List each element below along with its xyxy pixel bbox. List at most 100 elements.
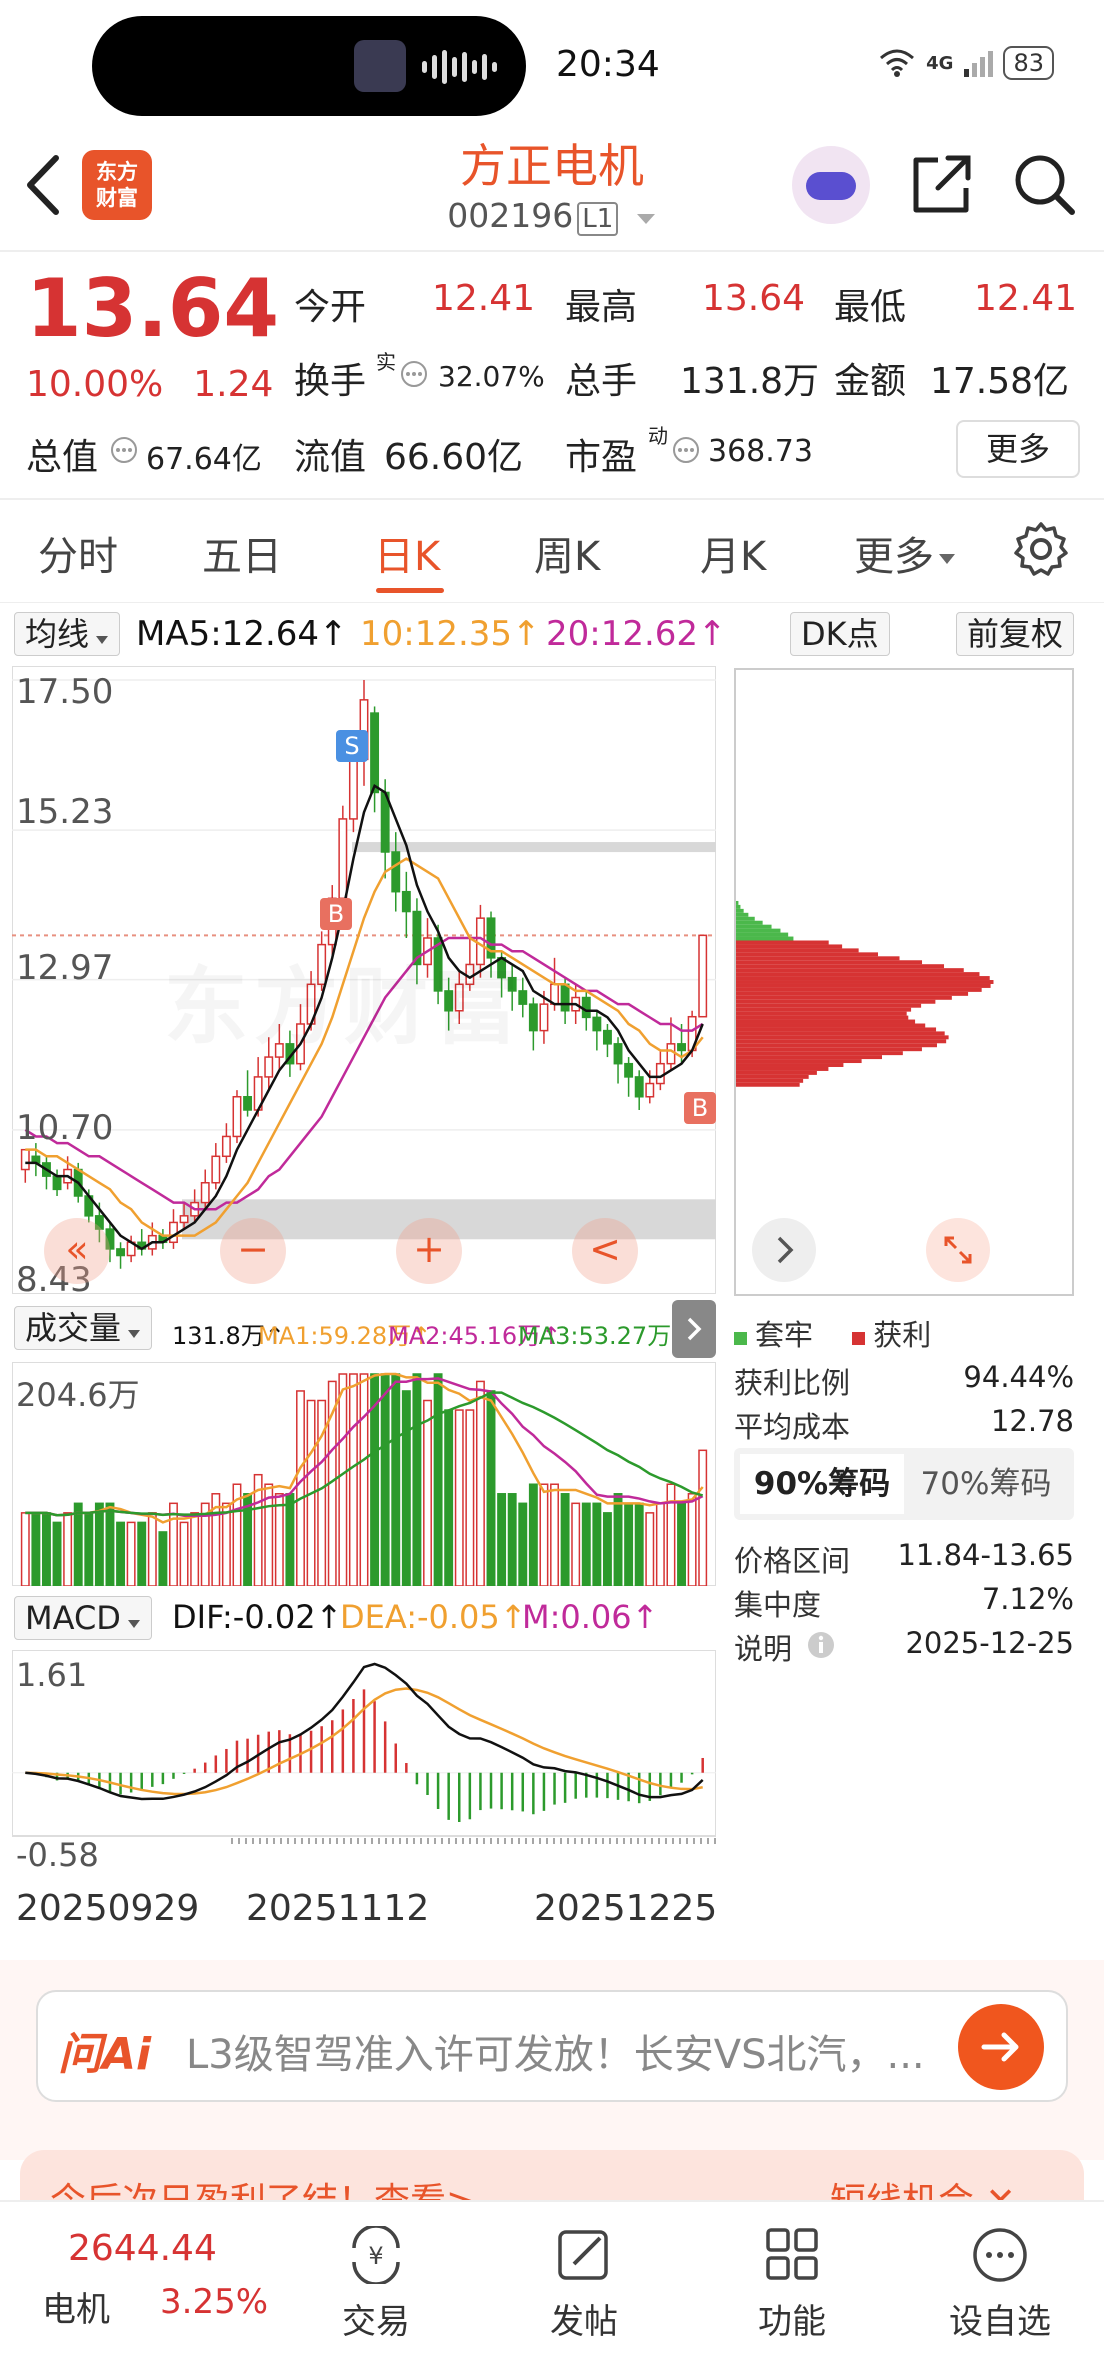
volume-indicator-select[interactable]: 成交量 <box>14 1306 153 1350</box>
buy-marker[interactable]: B <box>684 1092 716 1124</box>
open-value: 12.41 <box>432 278 536 319</box>
macd-chart[interactable] <box>12 1650 716 1870</box>
chip-bar <box>736 1070 817 1075</box>
candle-body <box>211 1155 221 1184</box>
profit-ratio-label: 获利比例 <box>734 1366 851 1400</box>
pan-left-button[interactable]: < <box>572 1218 638 1284</box>
level-badge: L1 <box>577 202 619 236</box>
nav-trade-label: 交易 <box>342 2302 410 2342</box>
candle-body <box>338 818 348 900</box>
indicator-label: 均线 <box>25 615 90 653</box>
open-label: 今开 <box>294 287 367 328</box>
tab-5day[interactable]: 五日 <box>202 524 282 582</box>
low-label: 最低 <box>834 287 907 328</box>
header-divider <box>0 250 1104 252</box>
signal-icon <box>964 51 994 77</box>
chip-legend: 套牢 获利 <box>734 1312 931 1354</box>
candle-body <box>401 890 411 913</box>
gear-icon[interactable] <box>1012 520 1070 578</box>
volume-bar <box>550 1483 559 1586</box>
chip-bar <box>736 987 982 992</box>
zoom-out-button[interactable]: − <box>220 1218 286 1284</box>
ai-assistant-avatar[interactable] <box>792 146 870 224</box>
nav-functions[interactable]: 功能 <box>712 2226 872 2343</box>
nav-functions-label: 功能 <box>758 2302 826 2342</box>
tab-daily-k[interactable]: 日K <box>374 524 440 582</box>
change-row: 10.00% 1.24 <box>26 364 273 405</box>
nav-trade[interactable]: ¥ 交易 <box>296 2226 456 2343</box>
ai-submit-button[interactable] <box>958 2004 1044 2090</box>
macd-indicator-select[interactable]: MACD <box>14 1596 152 1640</box>
volume-bar <box>602 1512 612 1586</box>
volume-bar <box>31 1512 41 1586</box>
candle-body <box>645 1082 655 1098</box>
chip-bar <box>736 908 744 913</box>
dk-point-button[interactable]: DK点 <box>790 612 890 656</box>
high-value: 13.64 <box>702 278 806 319</box>
legend-profit: 获利 <box>873 1318 932 1352</box>
chip-bar <box>736 924 772 929</box>
chip-bar <box>736 1063 844 1067</box>
chip-bar <box>736 928 781 933</box>
pe-value: 368.73 <box>708 434 813 469</box>
fullscreen-button[interactable] <box>926 1218 990 1282</box>
index-value[interactable]: 2644.44 <box>68 2228 217 2269</box>
adjust-button[interactable]: 前复权 <box>956 612 1075 656</box>
seg-90[interactable]: 90%筹码 <box>740 1454 904 1514</box>
buy-marker[interactable]: B <box>320 898 352 930</box>
svg-text:¥: ¥ <box>368 2242 383 2270</box>
tab-more[interactable]: 更多 <box>854 524 956 582</box>
date-label-end: 20251225 <box>534 1888 718 1929</box>
chip-distribution-chart[interactable] <box>734 668 1074 1296</box>
candle-body <box>348 758 358 820</box>
pan-far-left-button[interactable]: « <box>44 1218 110 1284</box>
chip-bar <box>736 904 741 909</box>
nav-watchlist[interactable]: 设自选 <box>920 2226 1080 2343</box>
chip-bar <box>736 1047 922 1052</box>
chip-bar <box>736 956 900 961</box>
y-label: 12.97 <box>16 948 114 988</box>
volume-bar <box>581 1502 591 1586</box>
chevron-right-icon <box>687 1317 702 1341</box>
expand-right-button[interactable] <box>752 1218 816 1282</box>
chip-bar <box>736 1074 809 1079</box>
zoom-in-button[interactable]: + <box>396 1218 462 1284</box>
volume-bar <box>666 1483 676 1586</box>
mktcap-value: 67.64亿 <box>146 442 262 477</box>
chip-bar <box>736 976 990 981</box>
more-button[interactable]: 更多 <box>956 420 1080 478</box>
nav-post[interactable]: 发帖 <box>504 2226 664 2343</box>
chip-bar <box>736 1019 916 1024</box>
volume-bar <box>380 1373 390 1586</box>
tab-intraday[interactable]: 分时 <box>38 524 118 582</box>
legend-trapped: 套牢 <box>755 1318 814 1352</box>
edit-icon <box>558 2230 608 2280</box>
y-label: 10.70 <box>16 1108 114 1148</box>
caret-down-icon <box>96 636 109 644</box>
volume-bar <box>560 1493 570 1586</box>
volume-bar <box>348 1373 358 1586</box>
volume-bar <box>274 1493 284 1586</box>
volume-bar <box>359 1373 369 1586</box>
chip-bar <box>736 1027 937 1032</box>
info-icon[interactable] <box>806 1630 836 1660</box>
pe-sup: 动 <box>648 424 668 448</box>
candle-body <box>116 1248 126 1257</box>
volume-bar <box>655 1502 665 1586</box>
tab-monthly-k[interactable]: 月K <box>700 524 766 582</box>
nav-post-label: 发帖 <box>550 2302 618 2342</box>
volume-bar <box>645 1512 655 1586</box>
sell-marker[interactable]: S <box>336 730 368 762</box>
search-icon[interactable] <box>1010 150 1078 218</box>
indicator-select[interactable]: 均线 <box>14 612 121 656</box>
tab-weekly-k[interactable]: 周K <box>534 524 600 582</box>
media-thumbnail[interactable] <box>354 40 406 92</box>
chip-bar <box>736 999 936 1004</box>
share-icon[interactable] <box>908 152 974 218</box>
nav-watchlist-label: 设自选 <box>949 2302 1051 2342</box>
candle-body <box>232 1096 242 1138</box>
ai-prompt-text[interactable]: L3级智驾准入许可发放！长安VS北汽，... <box>186 2022 926 2080</box>
seg-70[interactable]: 70%筹码 <box>904 1454 1068 1514</box>
tabs-divider <box>0 602 1104 603</box>
collapse-button[interactable] <box>672 1300 716 1358</box>
